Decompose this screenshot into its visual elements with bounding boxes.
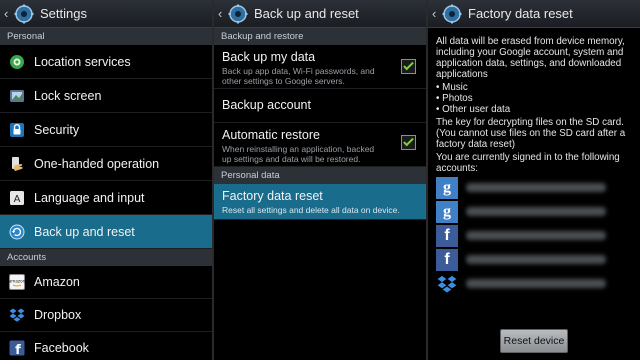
back-chevron-icon[interactable]: ‹	[4, 6, 14, 21]
factory-titlebar[interactable]: ‹ Factory data reset	[428, 0, 640, 28]
section-header-personal: Personal	[0, 28, 212, 45]
account-row-facebook: f	[436, 224, 640, 247]
account-email-redacted	[466, 183, 606, 192]
backup-account-title: Backup account	[222, 98, 311, 112]
backup-titlebar[interactable]: ‹ Back up and reset	[214, 0, 426, 28]
settings-item-label: Language and input	[34, 190, 145, 205]
account-email-redacted	[466, 255, 606, 264]
backup-reset-icon	[8, 223, 26, 241]
settings-item-label: One-handed operation	[34, 156, 160, 171]
settings-panel: ‹ Settings Personal Location services Lo…	[0, 0, 212, 360]
account-email-redacted	[466, 279, 606, 288]
facebook-icon: f	[436, 224, 458, 247]
security-lock-icon	[8, 121, 26, 139]
signed-in-accounts-list: g g f f	[428, 176, 640, 295]
backup-my-data-row[interactable]: Back up my data Back up app data, Wi-Fi …	[214, 45, 426, 89]
erased-data-list: Music Photos Other user data	[436, 82, 632, 115]
account-row-dropbox	[436, 272, 640, 295]
back-chevron-icon[interactable]: ‹	[218, 6, 228, 21]
account-row-facebook: f	[436, 248, 640, 271]
checkmark-icon	[403, 59, 414, 71]
account-item-label: Facebook	[34, 341, 89, 355]
google-icon: g	[436, 176, 458, 199]
erase-warning-text: All data will be erased from device memo…	[436, 36, 625, 80]
svg-text:A: A	[14, 194, 21, 205]
section-header-accounts: Accounts	[0, 249, 212, 266]
account-row-google: g	[436, 176, 640, 199]
backup-panel: ‹ Back up and reset Backup and restore B…	[214, 0, 426, 360]
sd-card-key-note: The key for decrypting files on the SD c…	[436, 117, 626, 150]
account-email-redacted	[466, 231, 606, 240]
factory-data-reset-title: Factory data reset	[222, 189, 323, 203]
automatic-restore-row[interactable]: Automatic restore When reinstalling an a…	[214, 123, 426, 167]
dropbox-icon	[8, 306, 26, 324]
amazon-icon: amazon	[8, 273, 26, 291]
settings-item-location[interactable]: Location services	[0, 45, 212, 79]
section-header-personal-data: Personal data	[214, 167, 426, 184]
account-item-dropbox[interactable]: Dropbox	[0, 299, 212, 332]
factory-data-reset-subtitle: Reset all settings and delete all data o…	[222, 205, 400, 215]
backup-my-data-subtitle: Back up app data, Wi-Fi passwords, and o…	[222, 66, 375, 86]
gear-icon	[442, 4, 462, 23]
settings-item-security[interactable]: Security	[0, 113, 212, 147]
location-icon	[8, 53, 26, 71]
settings-item-label: Lock screen	[34, 88, 102, 103]
account-email-redacted	[466, 207, 606, 216]
hand-icon	[8, 155, 26, 173]
page-title: Factory data reset	[468, 6, 573, 21]
checkmark-icon	[403, 135, 414, 147]
google-icon: g	[436, 200, 458, 223]
account-row-google: g	[436, 200, 640, 223]
list-item: Music	[436, 82, 632, 93]
account-item-label: Amazon	[34, 275, 80, 289]
settings-item-lock-screen[interactable]: Lock screen	[0, 79, 212, 113]
list-item: Photos	[436, 93, 632, 104]
settings-titlebar[interactable]: ‹ Settings	[0, 0, 212, 28]
facebook-icon: f	[8, 339, 26, 357]
section-header-backup-restore: Backup and restore	[214, 28, 426, 45]
settings-item-label: Location services	[34, 54, 131, 69]
factory-reset-description: All data will be erased from device memo…	[428, 28, 640, 174]
settings-item-back-up-and-reset[interactable]: Back up and reset	[0, 215, 212, 249]
facebook-icon: f	[436, 248, 458, 271]
backup-my-data-checkbox[interactable]	[401, 59, 416, 74]
language-icon: A	[8, 189, 26, 207]
gear-icon	[14, 4, 34, 23]
signed-in-accounts-text: You are currently signed in to the follo…	[436, 152, 620, 174]
settings-item-language[interactable]: A Language and input	[0, 181, 212, 215]
page-title: Back up and reset	[254, 6, 359, 21]
account-item-label: Dropbox	[34, 308, 82, 322]
lock-screen-icon	[8, 87, 26, 105]
account-item-amazon[interactable]: amazon Amazon	[0, 266, 212, 299]
automatic-restore-title: Automatic restore	[222, 128, 320, 142]
factory-data-reset-row[interactable]: Factory data reset Reset all settings an…	[214, 184, 426, 220]
svg-text:amazon: amazon	[9, 279, 25, 284]
back-chevron-icon[interactable]: ‹	[432, 6, 442, 21]
factory-reset-panel: ‹ Factory data reset All data will be er…	[428, 0, 640, 360]
reset-device-button[interactable]: Reset device	[500, 329, 568, 353]
svg-text:f: f	[15, 343, 21, 356]
settings-item-label: Security	[34, 122, 80, 137]
automatic-restore-checkbox[interactable]	[401, 135, 416, 150]
backup-account-row[interactable]: Backup account	[214, 89, 426, 123]
settings-item-label: Back up and reset	[34, 224, 135, 239]
gear-icon	[228, 4, 248, 23]
list-item: Other user data	[436, 104, 632, 115]
automatic-restore-subtitle: When reinstalling an application, backed…	[222, 144, 375, 164]
dropbox-icon	[436, 273, 458, 295]
backup-my-data-title: Back up my data	[222, 50, 316, 64]
account-item-facebook[interactable]: f Facebook	[0, 332, 212, 360]
settings-item-one-handed[interactable]: One-handed operation	[0, 147, 212, 181]
page-title: Settings	[40, 6, 87, 21]
